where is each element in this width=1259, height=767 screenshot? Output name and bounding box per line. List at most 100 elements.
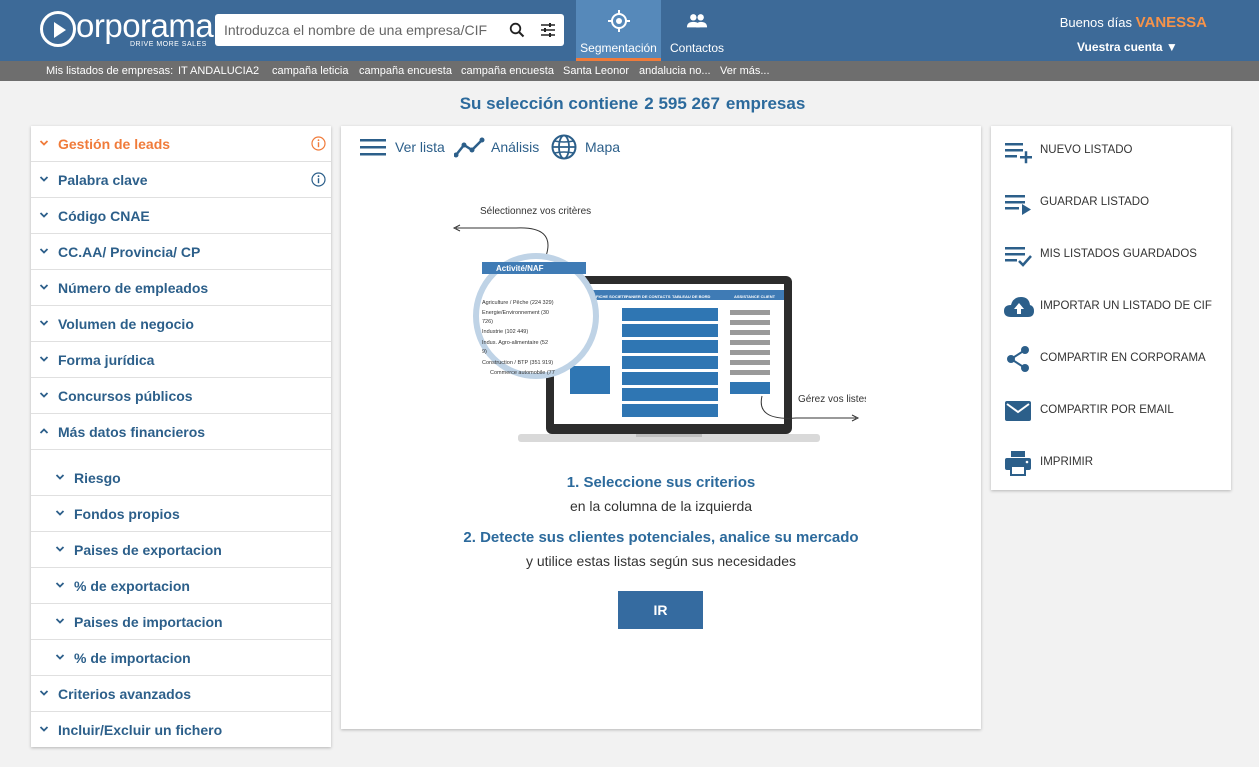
chevron-down-icon	[39, 690, 49, 696]
action-nuevo-listado[interactable]: NUEVO LISTADO	[991, 131, 1231, 171]
saved-list-link[interactable]: campaña encuesta	[461, 65, 554, 77]
criterion-avanzados[interactable]: Criterios avanzados	[31, 676, 331, 712]
chevron-down-icon	[39, 212, 49, 218]
action-label: NUEVO LISTADO	[1040, 144, 1133, 156]
criterion-provincia[interactable]: CC.AA/ Provincia/ CP	[31, 234, 331, 270]
action-mis-listados[interactable]: MIS LISTADOS GUARDADOS	[991, 235, 1231, 275]
subcriterion-paises-exportacion[interactable]: Paises de exportacion	[31, 532, 331, 568]
main-content-panel: Ver lista Análisis Mapa Sélectionnez vos…	[341, 126, 981, 729]
saved-lists-bar: Mis listados de empresas: IT ANDALUCIA2 …	[0, 61, 1259, 81]
criterion-palabra-clave[interactable]: Palabra clave	[31, 162, 331, 198]
screen-tab: PANIER DE CONTACTS	[626, 294, 671, 299]
criterion-datos-financieros[interactable]: Más datos financieros	[31, 414, 331, 450]
tab-ver-lista[interactable]: Ver lista	[359, 134, 449, 160]
search-input[interactable]	[215, 14, 495, 46]
criterion-label: Incluir/Excluir un fichero	[58, 722, 223, 738]
tab-ver-lista-label: Ver lista	[395, 139, 445, 155]
criterion-gestion-leads[interactable]: Gestión de leads	[31, 126, 331, 162]
search-icon[interactable]	[509, 22, 525, 38]
tab-segmentacion[interactable]: Segmentación	[576, 0, 661, 61]
playlist-check-icon	[1005, 247, 1032, 267]
magnifier-item: Industrie (102 449)	[482, 329, 528, 335]
magnifier-item: Commerce automobile (77	[490, 370, 555, 376]
email-icon	[1005, 401, 1031, 421]
chart-line-icon	[454, 137, 485, 158]
tab-contactos[interactable]: Contactos	[661, 0, 733, 61]
subcriterion-pct-importacion[interactable]: % de importacion	[31, 640, 331, 676]
saved-list-link[interactable]: Santa Leonor	[563, 65, 629, 77]
saved-list-link[interactable]: campaña leticia	[272, 65, 348, 77]
saved-list-link[interactable]: campaña encuesta	[359, 65, 452, 77]
saved-lists-label: Mis listados de empresas:	[46, 65, 174, 77]
criterion-volumen-negocio[interactable]: Volumen de negocio	[31, 306, 331, 342]
logo-tagline: DRIVE MORE SALES	[130, 41, 207, 48]
criterion-label: Volumen de negocio	[58, 316, 194, 332]
step1-text: en la columna de la izquierda	[569, 498, 753, 514]
action-importar-cif[interactable]: IMPORTAR UN LISTADO DE CIF	[991, 287, 1231, 327]
tab-segmentacion-label: Segmentación	[580, 41, 657, 55]
magnifier-item: 9)	[482, 349, 487, 355]
see-more-link[interactable]: Ver más...	[720, 65, 770, 77]
chevron-down-icon	[55, 546, 65, 552]
criterion-label: Concursos públicos	[58, 388, 193, 404]
magnifier-header: Activité/NAF	[496, 264, 544, 273]
subcriterion-riesgo[interactable]: Riesgo	[31, 460, 331, 496]
filter-sliders-icon[interactable]	[540, 22, 556, 38]
actions-panel: NUEVO LISTADO GUARDAR LISTADO MIS LISTAD…	[991, 126, 1231, 490]
subcriterion-paises-importacion[interactable]: Paises de importacion	[31, 604, 331, 640]
action-compartir-email[interactable]: COMPARTIR POR EMAIL	[991, 391, 1231, 431]
globe-icon	[551, 134, 577, 160]
chevron-down-icon	[39, 140, 49, 146]
criterion-label: % de importacion	[74, 650, 191, 666]
screen-tab: ASSISTANCE CLIENT	[734, 294, 776, 299]
criterion-incluir-excluir[interactable]: Incluir/Excluir un fichero	[31, 712, 331, 748]
chevron-down-icon	[39, 356, 49, 362]
action-label: IMPORTAR UN LISTADO DE CIF	[1040, 300, 1212, 312]
chevron-down-icon	[39, 320, 49, 326]
selection-prefix: Su selección contiene	[459, 94, 639, 113]
criterion-label: Palabra clave	[58, 172, 148, 188]
action-guardar-listado[interactable]: GUARDAR LISTADO	[991, 183, 1231, 223]
saved-list-link[interactable]: IT ANDALUCIA2	[178, 65, 259, 77]
subcriterion-fondos-propios[interactable]: Fondos propios	[31, 496, 331, 532]
subcriterion-pct-exportacion[interactable]: % de exportacion	[31, 568, 331, 604]
screen-tab: TABLEAU DE BORD	[672, 294, 710, 299]
criterion-label: Riesgo	[74, 470, 121, 486]
tab-mapa[interactable]: Mapa	[550, 134, 625, 160]
criterion-empleados[interactable]: Número de empleados	[31, 270, 331, 306]
step2-title: 2. Detecte sus clientes potenciales, ana…	[463, 529, 859, 546]
chevron-down-icon	[55, 510, 65, 516]
criterion-concursos[interactable]: Concursos públicos	[31, 378, 331, 414]
account-menu[interactable]: Vuestra cuenta ▼	[1077, 40, 1178, 54]
chevron-down-icon	[39, 248, 49, 254]
step2-text: y utilice estas listas según sus necesid…	[525, 553, 797, 569]
tab-analisis[interactable]: Análisis	[454, 134, 539, 160]
action-label: IMPRIMIR	[1040, 456, 1094, 468]
selection-count: Su selección contiene 2 595 267 empresas	[0, 94, 1259, 114]
magnifier-item: 726)	[482, 319, 493, 325]
info-icon[interactable]	[311, 172, 326, 187]
onboarding-illustration: Sélectionnez vos critères FICHE SOCIETE …	[452, 206, 866, 442]
saved-list-link[interactable]: andalucia no...	[639, 65, 711, 77]
top-header: orporama DRIVE MORE SALES Segmentación	[0, 0, 1259, 61]
illustration-caption-top: Sélectionnez vos critères	[480, 206, 591, 217]
user-name: VANESSA	[1135, 14, 1207, 31]
chevron-down-icon	[55, 618, 65, 624]
magnifier-item: Energie/Environnement (30	[482, 310, 549, 316]
print-icon	[1005, 451, 1031, 476]
corporama-logo[interactable]: orporama DRIVE MORE SALES	[40, 7, 214, 50]
logo-text: orporama	[76, 7, 214, 44]
criterion-label: % de exportacion	[74, 578, 190, 594]
action-label: COMPARTIR POR EMAIL	[1040, 404, 1174, 416]
ir-button[interactable]: IR	[618, 591, 703, 629]
playlist-play-icon	[1005, 195, 1031, 215]
action-imprimir[interactable]: IMPRIMIR	[991, 443, 1231, 483]
magnifier-item: Agriculture / Pêche (224 329)	[482, 300, 554, 306]
illustration-caption-right: Gérez vos listes	[798, 394, 866, 405]
criterion-label: CC.AA/ Provincia/ CP	[58, 244, 201, 260]
criterion-label: Código CNAE	[58, 208, 150, 224]
action-compartir-corporama[interactable]: COMPARTIR EN CORPORAMA	[991, 339, 1231, 379]
info-icon[interactable]	[311, 136, 326, 151]
criterion-forma-juridica[interactable]: Forma jurídica	[31, 342, 331, 378]
criterion-codigo-cnae[interactable]: Código CNAE	[31, 198, 331, 234]
